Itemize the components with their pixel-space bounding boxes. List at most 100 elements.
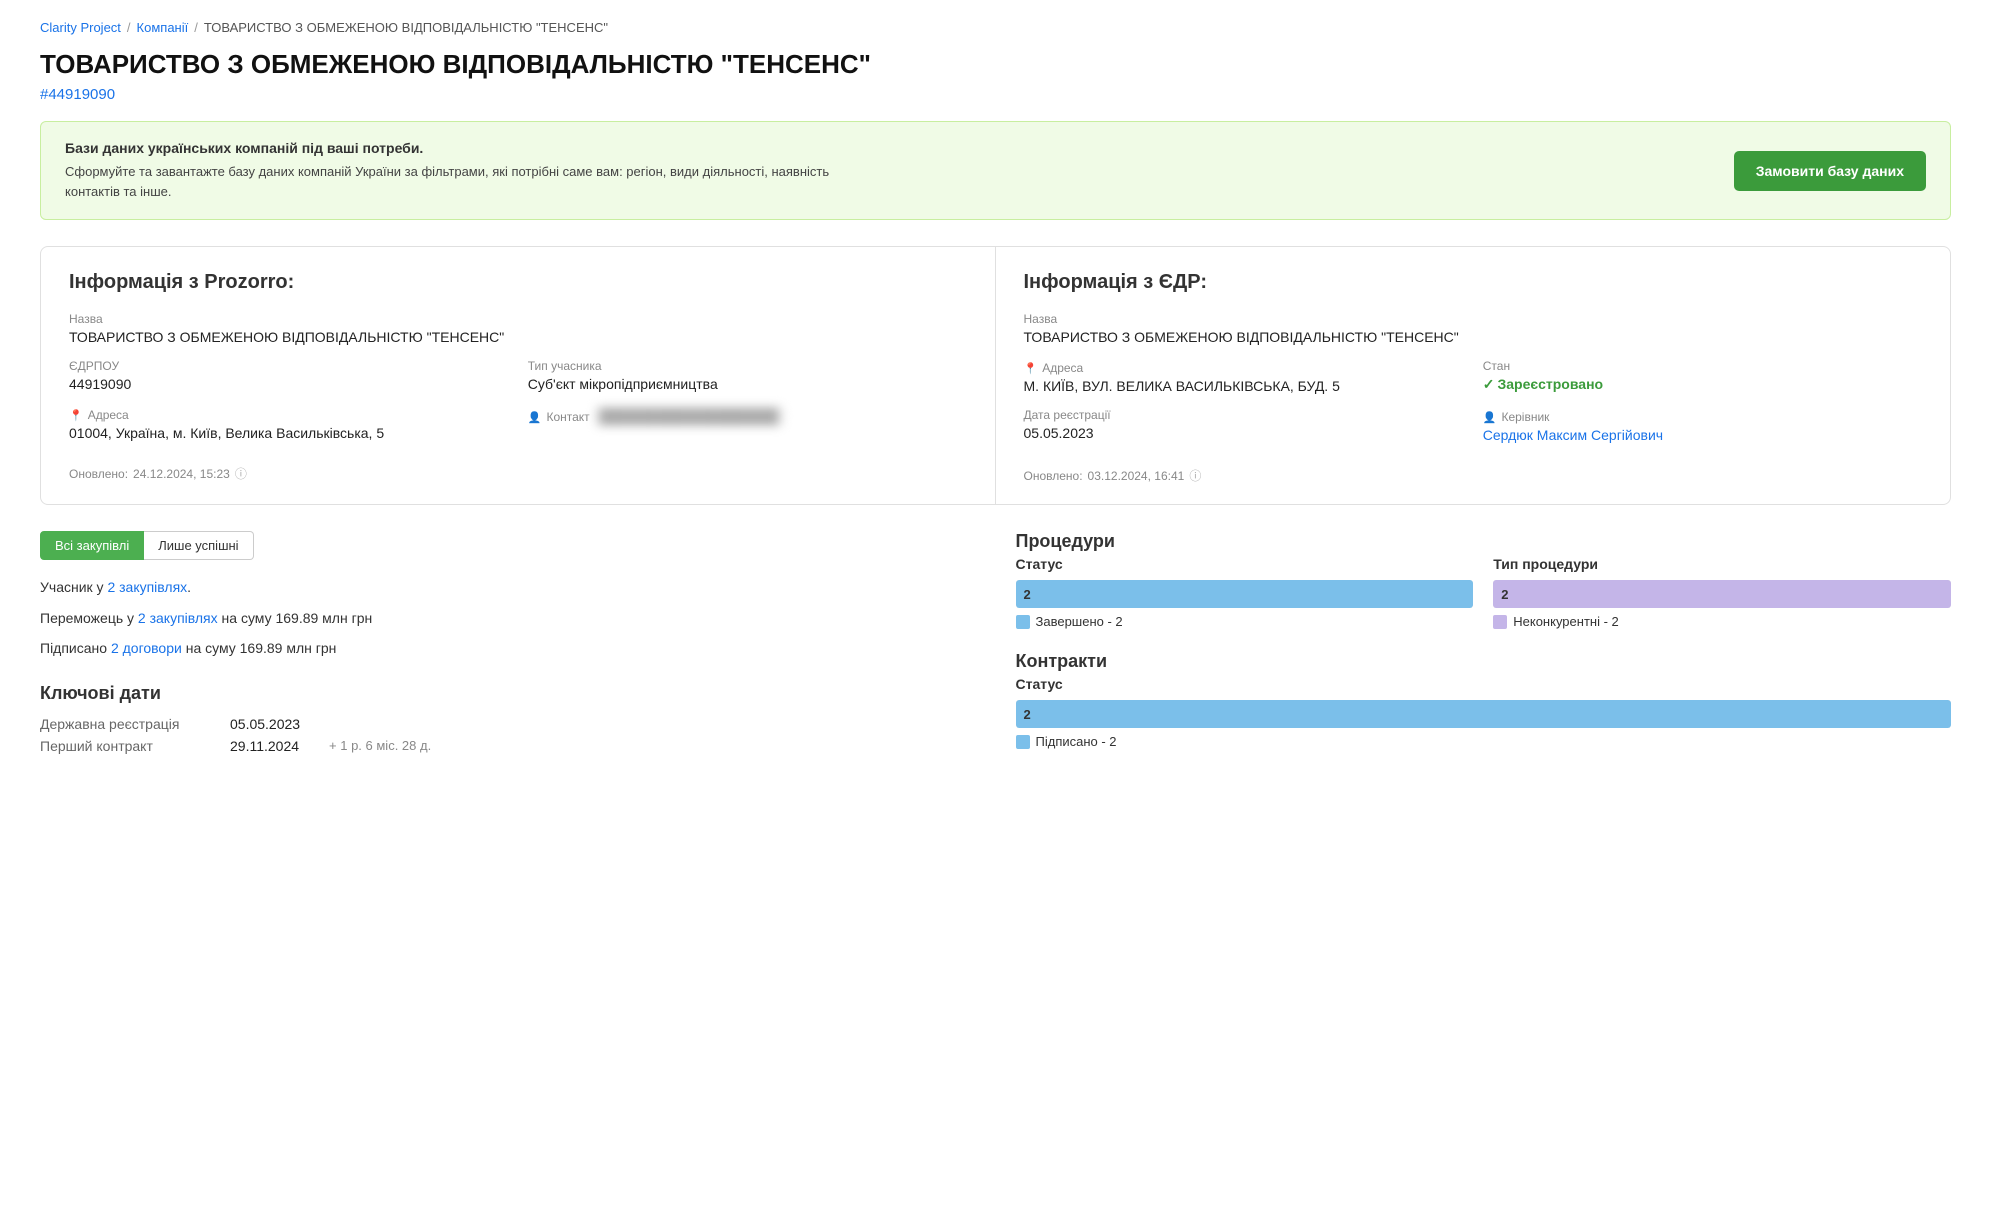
stat-participant: Учасник у 2 закупівлях. [40, 576, 976, 598]
prozorro-title: Інформація з Prozorro: [69, 271, 967, 294]
breadcrumb-sep2: / [194, 20, 198, 35]
procedures-status-legend: Завершено - 2 [1016, 614, 1474, 629]
prozorro-name-value: ТОВАРИСТВО З ОБМЕЖЕНОЮ ВІДПОВІДАЛЬНІСТЮ … [69, 329, 967, 345]
key-dates-section: Ключові дати Державна реєстрація 05.05.2… [40, 683, 976, 754]
prozorro-contact-value: ██████████████████ [594, 406, 785, 426]
procedures-status-track: 2 [1016, 580, 1474, 608]
banner-title: Бази даних українських компаній під ваші… [65, 140, 885, 156]
breadcrumb-home[interactable]: Clarity Project [40, 20, 121, 35]
banner-text: Бази даних українських компаній під ваші… [65, 140, 885, 201]
legend-dot-blue-status [1016, 615, 1030, 629]
date-label-0: Державна реєстрація [40, 716, 200, 732]
tab-all[interactable]: Всі закупівлі [40, 531, 144, 560]
procedures-status-title: Статус [1016, 556, 1474, 572]
prozorro-edrpou-label: ЄДРПОУ [69, 359, 508, 373]
edr-state-value: ✓Зареєстровано [1483, 376, 1922, 393]
edr-manager-value: Сердюк Максим Сергійович [1483, 427, 1922, 443]
bottom-grid: Всі закупівлі Лише успішні Учасник у 2 з… [40, 531, 1951, 771]
edr-manager-field: Керівник Сердюк Максим Сергійович [1483, 408, 1922, 443]
edr-address-value: М. КИЇВ, ВУЛ. ВЕЛИКА ВАСИЛЬКІВСЬКА, БУД.… [1024, 378, 1463, 394]
legend-dot-purple-type [1493, 615, 1507, 629]
prozorro-type-label: Тип учасника [528, 359, 967, 373]
right-column: Процедури Статус 2 Завершено - 2 [1016, 531, 1952, 771]
stat-winner: Переможець у 2 закупівлях на суму 169.89… [40, 607, 976, 629]
prozorro-address-field: Адреса 01004, Україна, м. Київ, Велика В… [69, 406, 508, 441]
date-row-1: Перший контракт 29.11.2024 + 1 р. 6 міс.… [40, 738, 976, 754]
info-icon-edr: ⓘ [1189, 467, 1201, 484]
prozorro-panel: Інформація з Prozorro: Назва ТОВАРИСТВО … [41, 247, 996, 504]
prozorro-name-label: Назва [69, 312, 967, 326]
page-title: ТОВАРИСТВО З ОБМЕЖЕНОЮ ВІДПОВІДАЛЬНІСТЮ … [40, 49, 1951, 80]
prozorro-row-edrpou-type: ЄДРПОУ 44919090 Тип учасника Суб'єкт мік… [69, 359, 967, 406]
contracts-status-legend: Підписано - 2 [1016, 734, 1952, 749]
prozorro-updated: Оновлено: 24.12.2024, 15:23 ⓘ [69, 465, 967, 482]
prozorro-contact-label: Контакт [528, 410, 590, 424]
check-icon: ✓ [1483, 376, 1495, 392]
edr-name-field: Назва ТОВАРИСТВО З ОБМЕЖЕНОЮ ВІДПОВІДАЛЬ… [1024, 312, 1923, 345]
breadcrumb-companies[interactable]: Компанії [137, 20, 189, 35]
procedures-type-fill: 2 [1493, 580, 1951, 608]
procedures-section: Процедури Статус 2 Завершено - 2 [1016, 531, 1952, 629]
edr-regdate-label: Дата реєстрації [1024, 408, 1463, 422]
procedures-type-col: Тип процедури 2 Неконкурентні - 2 [1493, 556, 1951, 629]
info-icon: ⓘ [235, 465, 247, 482]
legend-dot-blue-contracts [1016, 735, 1030, 749]
edr-address-field: Адреса М. КИЇВ, ВУЛ. ВЕЛИКА ВАСИЛЬКІВСЬК… [1024, 359, 1463, 394]
contracts-title: Контракти [1016, 651, 1952, 672]
left-column: Всі закупівлі Лише успішні Учасник у 2 з… [40, 531, 976, 771]
pin-icon-edr [1024, 361, 1038, 375]
prozorro-address-label: Адреса [69, 408, 129, 422]
person-icon-edr [1483, 410, 1497, 424]
prozorro-edrpou-value: 44919090 [69, 376, 508, 392]
procedures-status-col: Статус 2 Завершено - 2 [1016, 556, 1474, 629]
contracts-status-fill: 2 [1016, 700, 1952, 728]
edr-manager-label: Керівник [1483, 410, 1550, 424]
edr-name-value: ТОВАРИСТВО З ОБМЕЖЕНОЮ ВІДПОВІДАЛЬНІСТЮ … [1024, 329, 1923, 345]
prozorro-row-address-contact: Адреса 01004, Україна, м. Київ, Велика В… [69, 406, 967, 455]
procedures-status-fill: 2 [1016, 580, 1474, 608]
edr-row-regdate-manager: Дата реєстрації 05.05.2023 Керівник Серд… [1024, 408, 1923, 457]
date-val-1: 29.11.2024 [230, 738, 299, 754]
contracts-section: Контракти Статус 2 Підписано - 2 [1016, 651, 1952, 749]
edr-title: Інформація з ЄДР: [1024, 271, 1923, 294]
page-id-link[interactable]: #44919090 [40, 86, 1951, 103]
prozorro-type-value: Суб'єкт мікропідприємництва [528, 376, 967, 392]
prozorro-edrpou-field: ЄДРПОУ 44919090 [69, 359, 508, 392]
contracts-status-bar-wrap: 2 [1016, 700, 1952, 728]
edr-address-label: Адреса [1024, 361, 1084, 375]
pin-icon [69, 408, 83, 422]
breadcrumb-current: ТОВАРИСТВО З ОБМЕЖЕНОЮ ВІДПОВІДАЛЬНІСТЮ … [204, 20, 608, 35]
info-grid: Інформація з Prozorro: Назва ТОВАРИСТВО … [40, 246, 1951, 505]
person-icon [528, 410, 542, 424]
date-label-1: Перший контракт [40, 738, 200, 754]
procedures-type-legend: Неконкурентні - 2 [1493, 614, 1951, 629]
edr-name-label: Назва [1024, 312, 1923, 326]
prozorro-type-field: Тип учасника Суб'єкт мікропідприємництва [528, 359, 967, 392]
prozorro-contact-field: Контакт ██████████████████ [528, 406, 967, 441]
date-row-0: Державна реєстрація 05.05.2023 [40, 716, 976, 732]
tab-success[interactable]: Лише успішні [144, 531, 253, 560]
edr-state-field: Стан ✓Зареєстровано [1483, 359, 1922, 394]
procedures-type-track: 2 [1493, 580, 1951, 608]
edr-state-label: Стан [1483, 359, 1922, 373]
tab-buttons: Всі закупівлі Лише успішні [40, 531, 976, 560]
order-database-button[interactable]: Замовити базу даних [1734, 151, 1926, 191]
edr-panel: Інформація з ЄДР: Назва ТОВАРИСТВО З ОБМ… [996, 247, 1951, 504]
procedures-type-bar-wrap: 2 [1493, 580, 1951, 608]
contracts-status-title: Статус [1016, 676, 1952, 692]
procedures-status-bar-wrap: 2 [1016, 580, 1474, 608]
procedures-charts: Статус 2 Завершено - 2 Тип про [1016, 556, 1952, 629]
breadcrumb-sep1: / [127, 20, 131, 35]
contracts-status-track: 2 [1016, 700, 1952, 728]
key-dates-title: Ключові дати [40, 683, 976, 704]
edr-regdate-field: Дата реєстрації 05.05.2023 [1024, 408, 1463, 443]
date-val-0: 05.05.2023 [230, 716, 300, 732]
procedures-type-title: Тип процедури [1493, 556, 1951, 572]
breadcrumb: Clarity Project / Компанії / ТОВАРИСТВО … [40, 20, 1951, 35]
edr-row-address-state: Адреса М. КИЇВ, ВУЛ. ВЕЛИКА ВАСИЛЬКІВСЬК… [1024, 359, 1923, 408]
stat-signed: Підписано 2 договори на суму 169.89 млн … [40, 637, 976, 659]
prozorro-name-field: Назва ТОВАРИСТВО З ОБМЕЖЕНОЮ ВІДПОВІДАЛЬ… [69, 312, 967, 345]
edr-regdate-value: 05.05.2023 [1024, 425, 1463, 441]
promo-banner: Бази даних українських компаній під ваші… [40, 121, 1951, 220]
edr-updated: Оновлено: 03.12.2024, 16:41 ⓘ [1024, 467, 1923, 484]
